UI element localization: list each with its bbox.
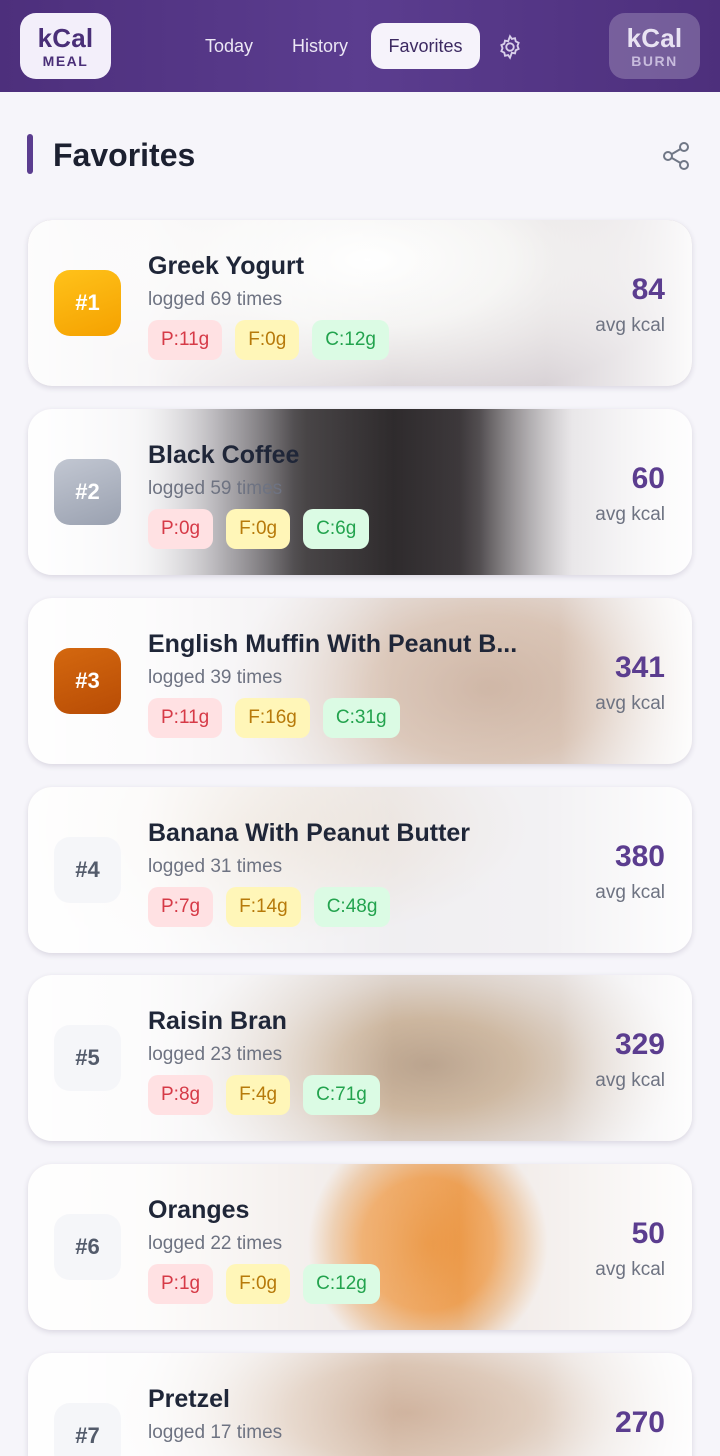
log-count: logged 69 times xyxy=(148,289,283,310)
log-count: logged 31 times xyxy=(148,856,283,877)
food-name: English Muffin With Peanut B... xyxy=(148,630,518,658)
fat-pill: F:14g xyxy=(226,887,301,927)
avg-kcal-label: avg kcal xyxy=(595,693,665,714)
macro-pills: P:0g F:0g C:6g xyxy=(148,509,370,549)
log-count: logged 39 times xyxy=(148,667,283,688)
favorite-card[interactable]: #5 Raisin Bran logged 23 times P:8g F:4g… xyxy=(28,975,692,1141)
rank-badge: #6 xyxy=(54,1214,121,1280)
macro-pills: P:7g F:14g C:48g xyxy=(148,887,391,927)
rank-badge: #3 xyxy=(54,648,121,714)
favorite-card[interactable]: #2 Black Coffee logged 59 times P:0g F:0… xyxy=(28,409,692,575)
avg-kcal-label: avg kcal xyxy=(595,1259,665,1280)
rank-badge: #1 xyxy=(54,270,121,336)
log-count: logged 17 times xyxy=(148,1422,283,1443)
share-icon[interactable] xyxy=(660,140,692,172)
avg-kcal-label: avg kcal xyxy=(595,315,665,336)
avg-kcal-label: avg kcal xyxy=(595,882,665,903)
carbs-pill: C:12g xyxy=(303,1264,380,1304)
food-name: Raisin Bran xyxy=(148,1007,287,1035)
food-name: Black Coffee xyxy=(148,441,300,469)
tab-favorites[interactable]: Favorites xyxy=(371,23,480,69)
burn-logo-subtext: BURN xyxy=(631,52,678,69)
tab-history[interactable]: History xyxy=(276,23,364,69)
macro-pills: P:11g F:16g C:31g xyxy=(148,698,400,738)
carbs-pill: C:12g xyxy=(312,320,389,360)
kcal-meal-logo-button[interactable]: kCal MEAL xyxy=(20,13,111,79)
rank-badge: #7 xyxy=(54,1403,121,1456)
fat-pill: F:0g xyxy=(235,320,300,360)
rank-badge: #5 xyxy=(54,1025,121,1091)
food-name: Oranges xyxy=(148,1196,250,1224)
favorite-card[interactable]: #4 Banana With Peanut Butter logged 31 t… xyxy=(28,787,692,953)
macro-pills: P:8g F:4g C:71g xyxy=(148,1075,380,1115)
burn-logo-text: kCal xyxy=(626,22,683,53)
rank-badge: #2 xyxy=(54,459,121,525)
avg-kcal-value: 84 xyxy=(631,273,665,306)
avg-kcal-value: 60 xyxy=(631,462,665,495)
protein-pill: P:7g xyxy=(148,887,214,927)
food-name: Greek Yogurt xyxy=(148,252,305,280)
avg-kcal-value: 270 xyxy=(614,1406,665,1439)
protein-pill: P:8g xyxy=(148,1075,214,1115)
protein-pill: P:0g xyxy=(148,509,214,549)
carbs-pill: C:48g xyxy=(313,887,391,927)
kcal-burn-logo-button[interactable]: kCal BURN xyxy=(609,13,700,79)
log-count: logged 23 times xyxy=(148,1044,283,1065)
protein-pill: P:11g xyxy=(148,320,223,360)
gear-icon[interactable] xyxy=(496,33,524,61)
macro-pills: P:1g F:0g C:12g xyxy=(148,1264,380,1304)
protein-pill: P:1g xyxy=(148,1264,214,1304)
carbs-pill: C:71g xyxy=(303,1075,380,1115)
avg-kcal-value: 380 xyxy=(614,840,665,873)
avg-kcal-label: avg kcal xyxy=(595,504,665,525)
tab-today[interactable]: Today xyxy=(188,23,270,69)
avg-kcal-value: 341 xyxy=(614,651,665,684)
macro-pills: P:11g F:0g C:12g xyxy=(148,320,389,360)
top-navigation-bar: kCal MEAL Today History Favorites kCal B… xyxy=(0,0,720,92)
food-name: Banana With Peanut Butter xyxy=(148,819,471,847)
protein-pill: P:11g xyxy=(148,698,223,738)
avg-kcal-label: avg kcal xyxy=(595,1070,665,1091)
fat-pill: F:4g xyxy=(226,1075,291,1115)
meal-logo-text: kCal xyxy=(37,22,94,53)
fat-pill: F:16g xyxy=(235,698,310,738)
food-name: Pretzel xyxy=(148,1385,230,1413)
page-title: Favorites xyxy=(53,137,196,173)
favorite-card[interactable]: #6 Oranges logged 22 times P:1g F:0g C:1… xyxy=(28,1164,692,1330)
avg-kcal-value: 50 xyxy=(631,1217,665,1250)
title-accent-bar xyxy=(27,134,33,174)
log-count: logged 59 times xyxy=(148,478,283,499)
rank-badge: #4 xyxy=(54,837,121,903)
avg-kcal-value: 329 xyxy=(614,1028,665,1061)
carbs-pill: C:6g xyxy=(303,509,370,549)
carbs-pill: C:31g xyxy=(322,698,400,738)
favorite-card[interactable]: #3 English Muffin With Peanut B... logge… xyxy=(28,598,692,764)
meal-logo-subtext: MEAL xyxy=(42,52,89,69)
fat-pill: F:0g xyxy=(226,509,291,549)
favorite-card[interactable]: #7 Pretzel logged 17 times 270 xyxy=(28,1353,692,1456)
log-count: logged 22 times xyxy=(148,1233,283,1254)
favorite-card[interactable]: #1 Greek Yogurt logged 69 times P:11g F:… xyxy=(28,220,692,386)
fat-pill: F:0g xyxy=(226,1264,291,1304)
